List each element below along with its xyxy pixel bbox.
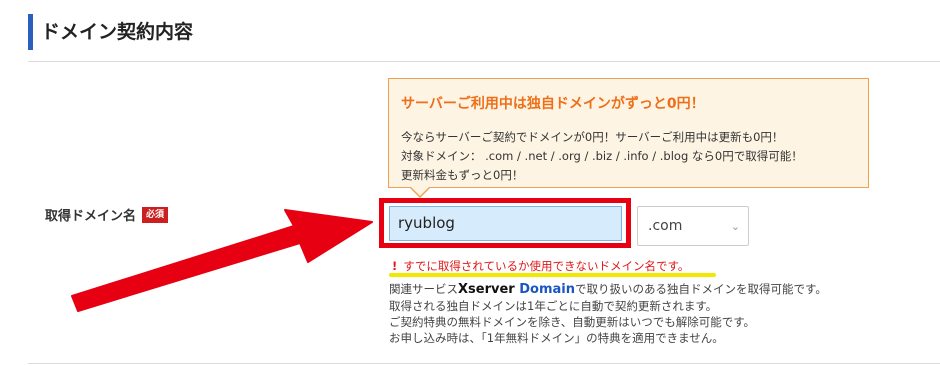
warning-icon: ! xyxy=(392,259,398,273)
promo-callout: サーバーご利用中は独自ドメインがずっと0円！ 今ならサーバーご契約でドメインが0… xyxy=(388,78,869,198)
bottom-divider xyxy=(28,363,940,364)
notes-line-2: 取得される独自ドメインは1年ごとに自動で契約更新されます。 xyxy=(389,299,718,313)
notes-suffix: で取り扱いのある独自ドメインを取得可能です。 xyxy=(575,282,827,296)
logo-xserver: Xserver xyxy=(458,282,515,297)
promo-line-3: 更新料金もずっと0円！ xyxy=(401,168,524,182)
promo-title: サーバーご利用中は独自ドメインがずっと0円！ xyxy=(401,96,705,112)
notes-line-1: 関連サービスXserver Domainで取り扱いのある独自ドメインを取得可能で… xyxy=(389,281,827,298)
domain-label-text: 取得ドメイン名 xyxy=(45,209,137,224)
notes: 関連サービスXserver Domainで取り扱いのある独自ドメインを取得可能で… xyxy=(389,281,827,346)
promo-line-1: 今ならサーバーご契約でドメインが0円！サーバーご利用中は更新も0円！ xyxy=(401,130,784,144)
error-text: すでに取得されているか使用できないドメイン名です。 xyxy=(403,259,690,273)
notes-line-3: ご契約特典の無料ドメインを除き、自動更新はいつでも解除可能です。 xyxy=(389,315,756,329)
error-message: ! すでに取得されているか使用できないドメイン名です。 xyxy=(392,258,689,274)
xserver-domain-logo: Xserver Domain xyxy=(458,282,575,297)
top-divider xyxy=(28,61,940,62)
notes-prefix: 関連サービス xyxy=(389,282,458,296)
section-title: ドメイン契約内容 xyxy=(28,14,193,50)
logo-domain: Domain xyxy=(519,282,575,297)
domain-name-input[interactable]: ryublog xyxy=(389,206,622,241)
callout-pointer xyxy=(409,186,431,198)
chevron-down-icon: ⌄ xyxy=(730,219,740,233)
promo-line-2: 対象ドメイン： .com / .net / .org / .biz / .inf… xyxy=(401,149,803,163)
domain-field-label: 取得ドメイン名 必須 xyxy=(45,205,169,224)
tld-selected-value: .com xyxy=(648,218,683,234)
notes-line-4: お申し込み時は、「1年無料ドメイン」の特典を適用できません。 xyxy=(389,331,724,345)
tld-select[interactable]: .com ⌄ xyxy=(637,206,749,246)
required-badge: 必須 xyxy=(142,206,169,223)
annotation-underline xyxy=(389,273,716,277)
annotation-arrow-shape xyxy=(71,209,373,312)
